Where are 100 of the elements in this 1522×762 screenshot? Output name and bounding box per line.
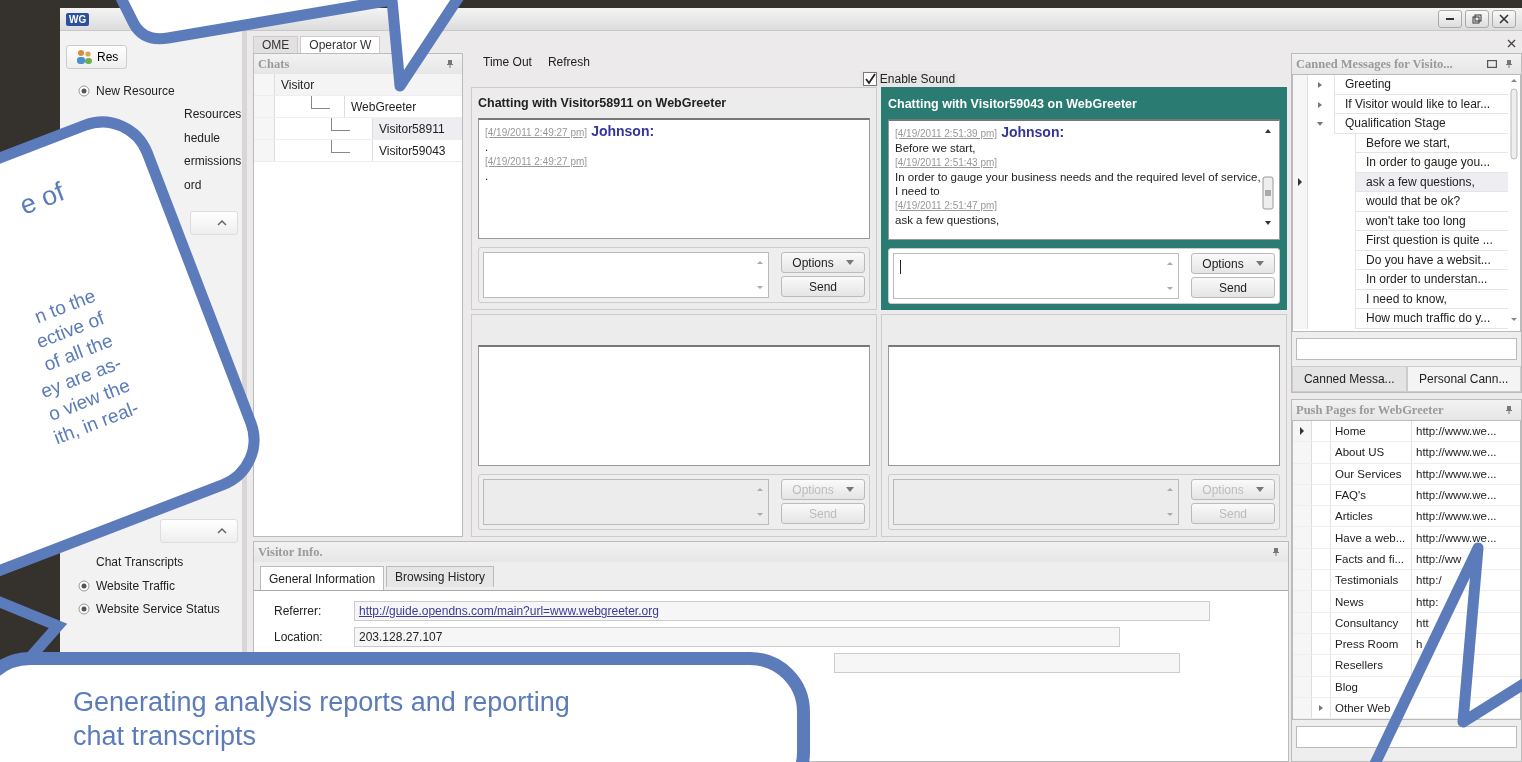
info-field[interactable]: 203.128.27.107 (354, 627, 1120, 647)
sidebar-item[interactable]: Website Traffic (78, 574, 175, 598)
enable-sound-checkbox[interactable]: Enable Sound (859, 70, 959, 87)
message-input[interactable] (893, 253, 1179, 299)
tree-node[interactable]: In order to understan... (1355, 270, 1508, 290)
minimize-button[interactable] (1438, 10, 1462, 28)
row-marker-icon (1298, 178, 1302, 187)
restore-button[interactable] (1465, 10, 1489, 28)
tree-node[interactable]: Qualification Stage (1334, 114, 1508, 134)
page-name-cell[interactable]: Consultancy (1330, 612, 1411, 633)
tab[interactable]: General Information (260, 566, 385, 590)
toolbar-button[interactable]: Refresh (547, 54, 590, 69)
radio-icon (78, 84, 90, 97)
tree-node[interactable]: Visitor58911 (372, 118, 462, 139)
tree-node[interactable]: Visitor59043 (372, 140, 462, 161)
caret-icon (217, 218, 227, 227)
message-input[interactable] (483, 252, 769, 298)
options-button[interactable]: Options (781, 252, 865, 273)
sidebar-item[interactable]: Website Service Status (78, 597, 220, 621)
field-label: Location: (274, 630, 324, 644)
callout-text: chat transcripts (73, 720, 258, 753)
tree-node[interactable]: How much traffic do y... (1355, 309, 1508, 329)
url-cell: http://www.we... (1411, 463, 1520, 484)
sidebar-item[interactable]: Chat Transcripts (96, 550, 184, 574)
page-name-cell[interactable]: News (1330, 591, 1411, 612)
url-cell: http://www.we... (1411, 506, 1520, 527)
search-field[interactable] (1296, 726, 1517, 749)
page-name-cell[interactable]: FAQ's (1330, 484, 1411, 506)
section-header[interactable] (190, 210, 238, 235)
send-button[interactable]: Send (781, 276, 865, 297)
minimize-icon (1446, 18, 1454, 20)
page-name-cell[interactable]: Press Room (1330, 633, 1411, 655)
radio-icon (78, 579, 90, 592)
tree-node[interactable]: ask a few questions, (1355, 172, 1508, 192)
page-name-cell[interactable]: Other Web (1330, 697, 1515, 719)
panel-title: Push Pages for WebGreeter (1296, 402, 1445, 418)
pin-icon[interactable] (1272, 547, 1280, 557)
tree-node[interactable]: won't take too long (1355, 211, 1508, 231)
tree-node[interactable]: WebGreeter (344, 96, 462, 117)
tab[interactable]: Operator W (300, 36, 381, 53)
message-text: . (485, 140, 490, 154)
sidebar-item[interactable]: ermissions (184, 149, 242, 173)
dropdown-caret-icon (845, 487, 854, 492)
sidebar-item[interactable]: Resources (184, 102, 242, 126)
tree-connector-line (311, 96, 330, 109)
author-name: Johnson: (1001, 124, 1065, 140)
sidebar-item[interactable]: New Resource (78, 79, 175, 103)
pane-title: Chatting with Visitor58911 on WebGreeter (478, 96, 727, 110)
close-button[interactable] (1492, 10, 1516, 28)
close-icon[interactable] (1507, 39, 1516, 48)
search-field[interactable] (1296, 338, 1517, 360)
row-header[interactable] (1293, 421, 1312, 442)
resources-button[interactable]: Res (66, 45, 128, 69)
window-icon[interactable] (1487, 60, 1497, 68)
page-name-cell[interactable]: Resellers (1330, 655, 1411, 676)
toolbar-button[interactable]: Time Out (483, 54, 532, 69)
sidebar-item[interactable]: ord (184, 173, 202, 197)
tree-node[interactable]: I need to know, (1355, 289, 1508, 309)
referrer-link[interactable]: http://guide.opendns.com/main?url=www.webgreeter.org (359, 604, 659, 618)
options-button[interactable]: Options (1191, 253, 1275, 274)
tree-connector-line (331, 140, 350, 153)
page-name-cell[interactable]: About US (1330, 442, 1411, 463)
field-label: Referrer: (274, 604, 323, 618)
tree-node[interactable]: Greeting (1334, 75, 1508, 95)
tree-node[interactable]: Before we start, (1355, 133, 1508, 153)
section-header[interactable] (160, 518, 238, 543)
panel-title: Chats (258, 56, 291, 72)
tree-node[interactable]: First question is quite ... (1355, 231, 1508, 251)
tab[interactable]: Browsing History (386, 566, 495, 587)
url-cell: http://ww (1411, 548, 1520, 570)
url-cell: http://www.we... (1411, 527, 1520, 548)
message-text: ask a few questions, (895, 213, 1001, 227)
page-name-cell[interactable]: Home (1330, 421, 1411, 442)
app-logo: WG (66, 12, 90, 26)
tree-node[interactable]: If Visitor would like to lear... (1334, 94, 1508, 114)
page-name-cell[interactable]: Facts and fi... (1330, 548, 1411, 570)
url-cell: http:/ (1411, 570, 1520, 591)
info-field[interactable] (834, 653, 1180, 673)
tab[interactable]: Canned Messa... (1292, 366, 1407, 392)
page-name-cell[interactable]: Testimonials (1330, 570, 1411, 591)
tab[interactable]: OME (253, 36, 299, 53)
tab[interactable]: Personal Cann... (1406, 366, 1521, 392)
message-text: . (485, 169, 490, 183)
info-field[interactable]: http://guide.opendns.com/main?url=www.webgreeter.org (354, 601, 1210, 621)
url-cell: http: (1411, 591, 1520, 612)
tree-node[interactable]: would that be ok? (1355, 192, 1508, 212)
send-button[interactable]: Send (1191, 277, 1275, 298)
page-name-cell[interactable]: Our Services (1330, 463, 1411, 484)
url-cell: htt (1411, 612, 1520, 633)
tree-node[interactable]: Do you have a websit... (1355, 250, 1508, 270)
sidebar-item[interactable]: hedule (184, 126, 221, 150)
row-marker-icon (1300, 427, 1304, 436)
tree-node[interactable]: In order to gauge you... (1355, 153, 1508, 173)
pin-icon[interactable] (1505, 59, 1513, 69)
page-name-cell[interactable]: Have a web... (1330, 527, 1411, 548)
page-name-cell[interactable]: Blog (1330, 676, 1411, 697)
pin-icon[interactable] (1505, 405, 1513, 415)
page-name-cell[interactable]: Articles (1330, 506, 1411, 527)
message-text: In order to gauge your business needs and the required level of service, I need to (895, 170, 1261, 198)
pin-icon[interactable] (446, 59, 454, 69)
